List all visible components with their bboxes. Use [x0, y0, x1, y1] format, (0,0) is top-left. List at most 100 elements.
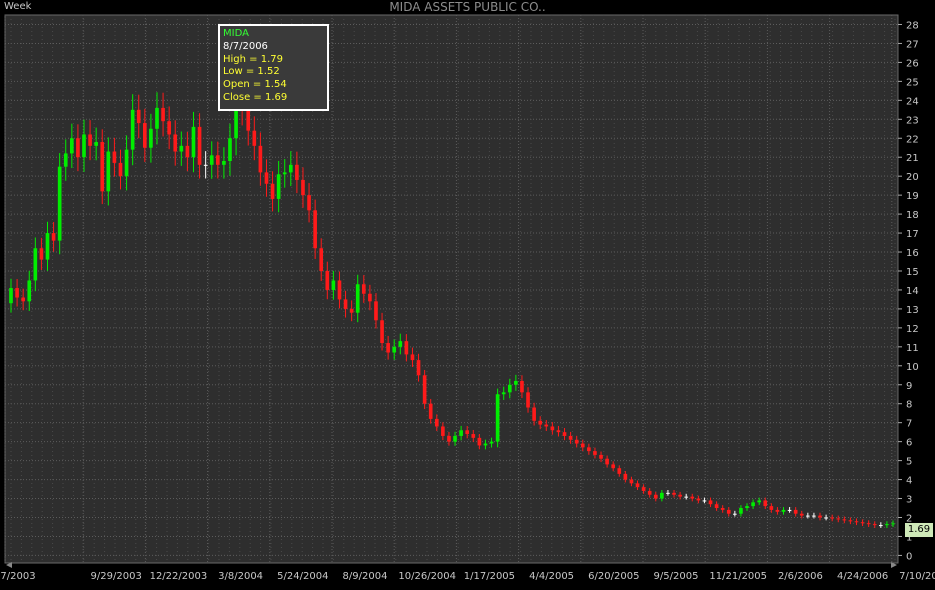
y-tick-label: 12 [906, 324, 919, 335]
x-tick-label: 7/2003 [0, 571, 35, 582]
candle-body [149, 128, 153, 148]
candle-body [891, 523, 895, 525]
candle-body [368, 293, 372, 302]
candle-body [678, 494, 682, 497]
y-tick-label: 19 [906, 191, 919, 202]
candle-body [690, 496, 695, 499]
y-tick-label: 17 [906, 229, 919, 240]
candle-body [434, 418, 439, 427]
candle-body [355, 284, 360, 313]
candle-body [203, 164, 208, 166]
tooltip-symbol: MIDA [223, 28, 249, 39]
candle-body [410, 354, 415, 361]
candle-body [100, 142, 105, 192]
candle-body [538, 420, 543, 425]
candle-body [587, 447, 591, 452]
candle-body [392, 346, 397, 353]
y-tick-label: 3 [906, 495, 912, 506]
candle-body [319, 248, 324, 271]
candle-body [118, 162, 123, 177]
x-tick-label: 10/26/2004 [398, 571, 456, 582]
candle-body [276, 174, 281, 199]
candle-body [660, 492, 664, 499]
candle-body [556, 430, 561, 433]
candle-body [282, 172, 287, 175]
x-tick-label: 4/24/2006 [837, 571, 888, 582]
y-tick-label: 11 [906, 343, 919, 354]
candle-body [422, 375, 427, 404]
y-tick-label: 25 [906, 77, 919, 88]
tooltip-high: High = 1.79 [223, 53, 283, 65]
candle-body [94, 142, 98, 146]
candle-body [179, 145, 184, 152]
candle-body [885, 524, 889, 526]
candle-body [653, 494, 658, 499]
candle-body [471, 434, 476, 438]
x-tick-label: 8/9/2004 [343, 571, 388, 582]
chart-title: MIDA ASSETS PUBLIC CO.. [389, 0, 546, 14]
y-tick-label: 18 [906, 210, 919, 221]
candle-body [702, 500, 707, 502]
candle-body [228, 138, 232, 162]
candle-body [51, 233, 56, 241]
y-tick-label: 13 [906, 305, 919, 316]
candle-body [301, 179, 305, 196]
last-price-badge: 1.69 [905, 523, 933, 537]
candle-body [386, 343, 390, 353]
candle-body [574, 439, 579, 444]
candle-body [635, 483, 640, 488]
candle-body [836, 518, 841, 520]
x-tick-label: 1/17/2005 [464, 571, 515, 582]
candle-body [288, 164, 293, 173]
candle-body [270, 183, 275, 199]
candle-body [447, 435, 451, 442]
candle-body [708, 500, 713, 505]
candle-body [824, 517, 828, 519]
candle-body [27, 280, 32, 302]
candle-body [623, 473, 628, 480]
candle-body [550, 426, 555, 431]
y-tick-label: 21 [906, 153, 919, 164]
candle-body [459, 430, 463, 436]
candle-body [45, 233, 50, 260]
y-tick-label: 16 [906, 248, 919, 259]
candle-body [246, 109, 251, 131]
candle-body [641, 487, 646, 491]
candle-body [380, 320, 384, 344]
x-tick-label: 7/10/2006 [899, 571, 935, 582]
candle-body [812, 515, 816, 517]
candle-body [593, 451, 597, 455]
candle-body [15, 288, 19, 298]
candle-body [130, 109, 135, 150]
x-tick-label: 9/29/2003 [91, 571, 142, 582]
candle-body [507, 384, 512, 393]
candle-body [441, 426, 445, 436]
candle-body [215, 155, 220, 165]
candle-body [879, 525, 883, 527]
candle-body [477, 437, 482, 446]
candle-body [222, 161, 226, 165]
candle-body [872, 524, 877, 526]
candle-body [76, 138, 80, 158]
candle-body [398, 341, 403, 347]
candle-body [501, 392, 506, 395]
candle-body [739, 508, 743, 514]
candle-body [751, 502, 755, 507]
y-tick-label: 6 [906, 438, 912, 449]
y-tick-label: 28 [906, 20, 919, 31]
candle-body [544, 424, 549, 427]
candle-body [532, 407, 536, 421]
candle-body [416, 360, 421, 376]
candle-body [568, 435, 573, 440]
candle-body [629, 479, 634, 484]
candle-body [82, 134, 86, 158]
price-tooltip: MIDA 8/7/2006 High = 1.79 Low = 1.52 Ope… [218, 24, 329, 111]
x-tick-label: 9/5/2005 [654, 571, 699, 582]
x-tick-label: 6/20/2005 [588, 571, 639, 582]
candle-body [720, 508, 725, 510]
candle-body [106, 151, 111, 192]
x-tick-label: 4/4/2005 [529, 571, 574, 582]
candle-body [428, 403, 433, 419]
candle-body [124, 149, 129, 177]
y-tick-label: 15 [906, 267, 919, 278]
